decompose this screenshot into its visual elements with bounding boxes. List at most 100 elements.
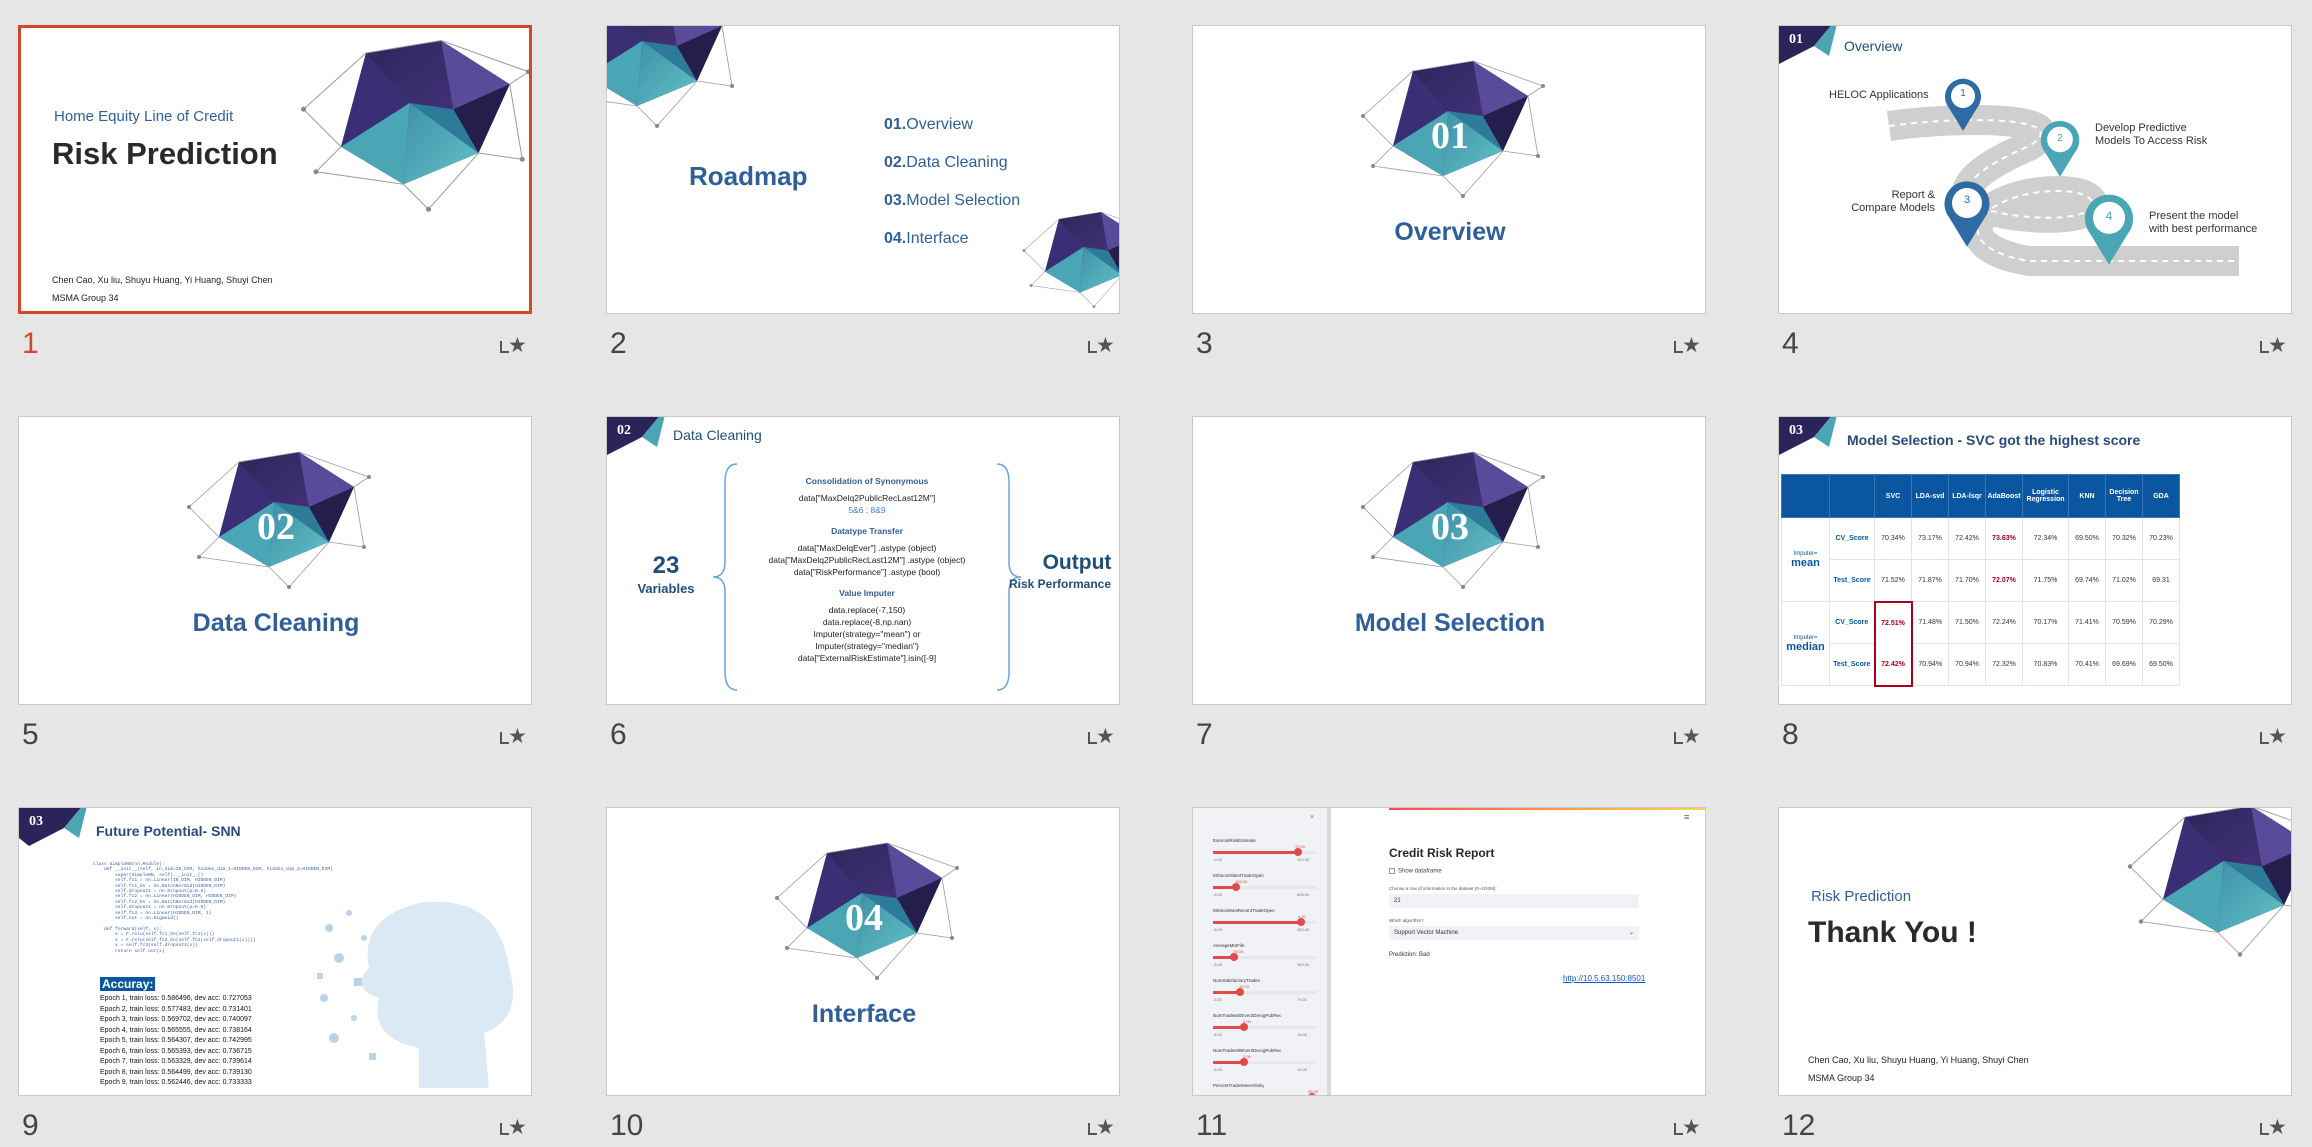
slide-title: Roadmap: [689, 161, 808, 191]
row-number-input[interactable]: 21: [1389, 894, 1639, 908]
slider-label: NumSatisfactoryTrades: [1213, 978, 1260, 983]
sidebar-slider[interactable]: [1213, 918, 1317, 926]
variable-label: Variables: [637, 581, 695, 596]
sidebar-slider[interactable]: [1213, 953, 1317, 961]
section-line: data["MaxDelq2PublicRecLast12M"] .astype…: [768, 555, 966, 565]
slider-label: AverageMInFile: [1213, 943, 1245, 948]
map-pin-icon: [2040, 120, 2080, 177]
output-label: Output: [1042, 551, 1112, 574]
table-header: SVC: [1874, 474, 1912, 518]
slide-number: 8: [1782, 718, 1799, 751]
slide-title: Risk Prediction: [52, 136, 278, 171]
model-score-table: SVC LDA-svd LDA-lsqr AdaBoost Logistic Regre…: [1781, 474, 2180, 687]
animation-star-icon[interactable]: ★: [2260, 1117, 2287, 1138]
animation-star-icon[interactable]: ★: [1088, 335, 1115, 356]
slider-min: -8.00: [1213, 962, 1223, 967]
slide-number: 6: [610, 718, 627, 751]
slider-label: MSinceMostRecentTradeOpen: [1213, 908, 1275, 913]
step-label: Develop Predictive Models To Access Risk: [2095, 122, 2208, 147]
group-label: MSMA Group 34: [1808, 1073, 1875, 1083]
crystal-graphic: [1022, 211, 1119, 309]
slider-handle[interactable]: [1240, 1058, 1249, 1066]
table-header: AdaBoost: [1985, 474, 2023, 518]
map-pin-icon: [2084, 194, 2134, 265]
table-header: Decision Tree: [2105, 474, 2143, 518]
corner-badge-graphic: [607, 417, 665, 455]
slide-title: Thank You !: [1808, 916, 1977, 949]
animation-star-icon[interactable]: ★: [1088, 1117, 1115, 1138]
hamburger-menu-icon[interactable]: ≡: [1684, 812, 1689, 822]
slider-fill: [1213, 921, 1302, 924]
sidebar-slider[interactable]: [1213, 988, 1317, 996]
slider-handle[interactable]: [1297, 918, 1306, 926]
animation-star-icon[interactable]: ★: [2260, 335, 2287, 356]
section-badge: 03: [29, 814, 43, 829]
step-number: 2: [2057, 133, 2063, 144]
slider-max: 383.00: [1297, 962, 1310, 967]
show-dataframe-checkbox[interactable]: Show dataframe: [1389, 868, 1442, 875]
slide-number: 11: [1196, 1109, 1228, 1142]
slider-min: -8.00: [1213, 1067, 1223, 1072]
table-header: KNN: [2068, 474, 2106, 518]
slider-label: NumTrades60Ever2DerogPubRec: [1213, 1013, 1282, 1018]
slider-min: -8.00: [1213, 1032, 1223, 1037]
slide-number: 5: [22, 718, 39, 751]
slide-title: Model Selection - SVC got the highest sc…: [1847, 432, 2141, 448]
slider-label: MSinceOldestTradeOpen: [1213, 873, 1264, 878]
step-label: Report & Compare Models: [1851, 189, 1935, 214]
section-badge: 03: [1789, 423, 1803, 438]
slider-handle[interactable]: [1229, 953, 1238, 961]
crystal-graphic: [607, 26, 740, 129]
slider-handle[interactable]: [1294, 848, 1303, 856]
step-number: 1: [1960, 88, 1966, 99]
variable-count: 23: [652, 552, 680, 579]
animation-star-icon[interactable]: ★: [500, 335, 527, 356]
sidebar-slider[interactable]: [1213, 848, 1317, 856]
section-badge: 03: [1431, 506, 1469, 548]
table-header: LDA-svd: [1911, 474, 1949, 518]
slide-number: 4: [1782, 327, 1799, 360]
slider-handle[interactable]: [1231, 883, 1240, 891]
section-heading: Value Imputer: [839, 588, 895, 598]
animation-star-icon[interactable]: ★: [500, 1117, 527, 1138]
step-number: 3: [1963, 194, 1971, 206]
section-badge: 04: [845, 897, 883, 939]
slide-number: 7: [1196, 718, 1213, 751]
step-label: Present the model with best performance: [2149, 210, 2258, 235]
slider-max: 803.00: [1297, 892, 1310, 897]
section-line: 5&6 ; 8&9: [848, 505, 886, 515]
algorithm-select[interactable]: Support Vector Machine ⌄: [1389, 926, 1639, 940]
step-number: 4: [2105, 209, 2113, 223]
slider-handle[interactable]: [1236, 988, 1245, 996]
report-title: Credit Risk Report: [1389, 846, 1495, 860]
sidebar-slider[interactable]: [1213, 883, 1317, 891]
slider-max: 19.00: [1297, 1067, 1308, 1072]
slide-title: Model Selection: [1354, 609, 1546, 637]
animation-star-icon[interactable]: ★: [1674, 1117, 1701, 1138]
animation-star-icon[interactable]: ★: [1088, 726, 1115, 747]
animation-star-icon[interactable]: ★: [1674, 335, 1701, 356]
slide-number: 10: [610, 1109, 644, 1142]
section-line: Imputer(strategy="mean") or: [813, 629, 921, 639]
crystal-graphic: [300, 39, 529, 213]
app-link[interactable]: http://10.5.63.150:8501: [1563, 974, 1645, 983]
slider-min: -8.00: [1213, 892, 1223, 897]
slider-label: NumTrades90Ever2DerogPubRec: [1213, 1048, 1282, 1053]
slider-handle[interactable]: [1307, 1093, 1316, 1095]
animation-star-icon[interactable]: ★: [1674, 726, 1701, 747]
slider-min: -9.00: [1213, 857, 1223, 862]
authors: Chen Cao, Xu liu, Shuyu Huang, Yi Huang,…: [52, 275, 273, 285]
slide-title: Data Cleaning: [192, 609, 360, 637]
animation-star-icon[interactable]: ★: [2260, 726, 2287, 747]
animation-star-icon[interactable]: ★: [500, 726, 527, 747]
table-header: GDA: [2142, 474, 2180, 518]
section-heading: Consolidation of Synonymous: [805, 476, 929, 486]
table-header: Logistic Regression: [2022, 474, 2069, 518]
section-heading: Datatype Transfer: [831, 526, 903, 536]
sidebar-slider[interactable]: [1213, 1023, 1317, 1031]
roadmap-item: 02.Data Cleaning: [884, 154, 1008, 171]
slider-handle[interactable]: [1240, 1023, 1249, 1031]
roadmap-item: 04.Interface: [884, 230, 969, 247]
sidebar-slider[interactable]: [1213, 1058, 1317, 1066]
corner-badge-graphic: [1779, 417, 1837, 455]
